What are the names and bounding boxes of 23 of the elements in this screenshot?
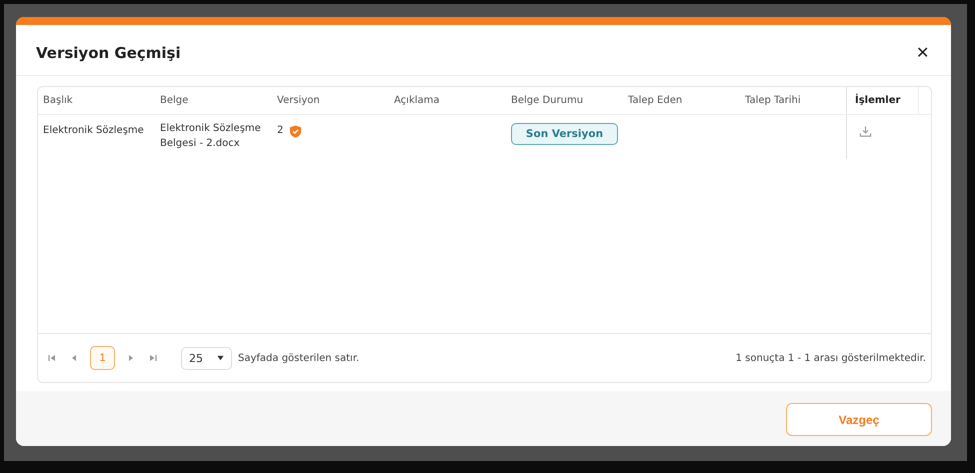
dialog-title: Versiyon Geçmişi [36, 44, 181, 62]
column-header: Talep Tarihi [744, 94, 802, 108]
caret-icon [217, 355, 224, 361]
page-size-select[interactable]: 25 [181, 346, 232, 370]
table-cell-text: Elektronik Sözleşme Belgesi - 2.docx [160, 122, 262, 151]
column-header: Belge [159, 94, 190, 108]
column-header: İşlemler [846, 87, 919, 114]
status-badge: Son Versiyon [511, 123, 618, 145]
page-size-label: Sayfada gösterilen satır. [238, 352, 360, 364]
table-cell: Elektronik Sözleşme [43, 125, 144, 136]
download-icon[interactable] [859, 125, 872, 138]
previous-page-icon[interactable] [70, 354, 78, 362]
column-header: Versiyon [276, 94, 321, 108]
table-cell: 2 [277, 125, 284, 136]
close-button[interactable]: ✕ [916, 43, 929, 63]
next-page-icon[interactable] [127, 354, 135, 362]
column-header: Belge Durumu [510, 94, 584, 108]
results-summary: 1 sonuçta 1 - 1 arası gösterilmektedir. [736, 352, 926, 364]
column-header: Açıklama [393, 94, 441, 108]
column-header: Talep Eden [627, 94, 684, 108]
last-page-icon[interactable] [149, 354, 157, 362]
first-page-icon[interactable] [48, 354, 56, 362]
column-header: Başlık [42, 94, 74, 108]
